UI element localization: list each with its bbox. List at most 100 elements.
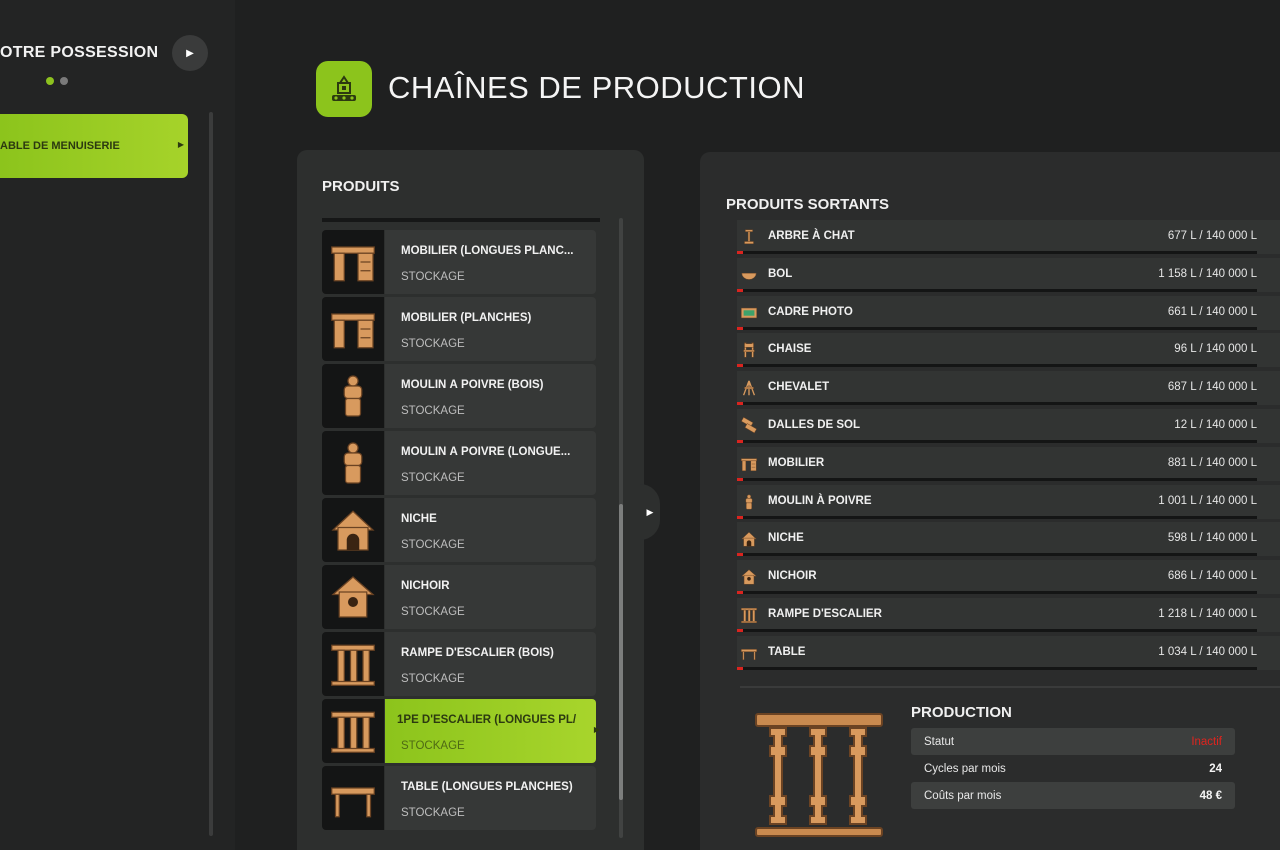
product-row[interactable]: MOBILIER (PLANCHES) STOCKAGE: [322, 297, 596, 361]
output-product-name: BOL: [768, 267, 793, 280]
cycles-label: Cycles par mois: [924, 763, 1006, 775]
products-scrollbar[interactable]: [619, 218, 623, 838]
product-row-body: 1PE D'ESCALIER (LONGUES PL/ STOCKAGE ▶: [385, 699, 600, 763]
output-product-name: CHAISE: [768, 343, 812, 356]
floor-tiles-icon: [740, 417, 758, 435]
production-chain-icon: [316, 61, 372, 117]
product-storage-label: STOCKAGE: [401, 740, 465, 752]
product-row[interactable]: TABLE (LONGUES PLANCHES) STOCKAGE: [322, 766, 596, 830]
output-product-name: RAMPE D'ESCALIER: [768, 608, 882, 620]
pepper-mill-icon: [322, 364, 384, 428]
easel-icon: [740, 379, 758, 397]
product-name: NICHOIR: [401, 580, 450, 592]
output-product-row: NICHE 598 L / 140 000 L: [737, 522, 1280, 557]
costs-row: Coûts par mois 48 €: [911, 782, 1235, 809]
product-storage-label: STOCKAGE: [401, 338, 465, 350]
product-row[interactable]: 1PE D'ESCALIER (LONGUES PL/ STOCKAGE ▶: [322, 699, 600, 763]
fill-level-bar: [737, 477, 1257, 481]
product-storage-label: STOCKAGE: [401, 271, 465, 283]
sidebar-scrollbar[interactable]: [209, 112, 213, 836]
output-product-amount: 12 L / 140 000 L: [1174, 419, 1257, 431]
panel-toggle-button[interactable]: ▶: [640, 484, 660, 540]
sidebar: OTRE POSSESSION ▶ ABLE DE MENUISERIE ▶: [0, 0, 235, 850]
output-product-name: MOBILIER: [768, 456, 825, 469]
fill-level-bar: [737, 515, 1257, 519]
fill-level-fill: [737, 666, 744, 670]
products-title: PRODUITS: [322, 178, 400, 195]
output-product-amount: 881 L / 140 000 L: [1167, 456, 1257, 469]
products-list: MOBILIER (LONGUES PLANC... STOCKAGE MOBI…: [322, 218, 600, 838]
fill-level-bar: [737, 591, 1257, 595]
play-arrow-icon: ▶: [186, 47, 194, 59]
costs-value: 48 €: [1199, 790, 1222, 802]
fill-level-bar: [737, 326, 1257, 330]
output-product-amount: 1 218 L / 140 000 L: [1158, 608, 1257, 620]
output-product-row: BOL 1 158 L / 140 000 L: [737, 257, 1280, 292]
photo-frame-icon: [740, 304, 758, 322]
output-product-row: ARBRE À CHAT 677 L / 140 000 L: [737, 220, 1280, 254]
fill-level-bar: [737, 364, 1257, 368]
sidebar-item-menuiserie[interactable]: ABLE DE MENUISERIE ▶: [0, 114, 188, 178]
output-product-name: CADRE PHOTO: [768, 305, 853, 318]
product-name: RAMPE D'ESCALIER (BOIS): [401, 647, 554, 659]
doghouse-icon: [740, 530, 758, 548]
products-scrollbar-thumb[interactable]: [619, 504, 623, 800]
output-product-row: MOBILIER 881 L / 140 000 L: [737, 446, 1280, 481]
product-row-body: TABLE (LONGUES PLANCHES) STOCKAGE: [385, 766, 596, 830]
cat-tree-icon: [740, 228, 758, 246]
fill-level-fill: [737, 440, 744, 443]
output-product-row: DALLES DE SOL 12 L / 140 000 L: [737, 409, 1280, 443]
product-row-body: NICHE STOCKAGE: [385, 498, 596, 562]
product-row-body: MOULIN À POIVRE (BOIS) STOCKAGE: [385, 364, 596, 428]
fill-level-bar: [737, 629, 1257, 632]
product-name: MOULIN À POIVRE (LONGUE...: [401, 446, 571, 458]
output-product-amount: 1 034 L / 140 000 L: [1158, 645, 1257, 658]
product-row[interactable]: RAMPE D'ESCALIER (BOIS) STOCKAGE: [322, 632, 596, 696]
output-product-name: DALLES DE SOL: [768, 419, 861, 431]
doghouse-icon: [322, 498, 384, 562]
product-name: MOULIN À POIVRE (BOIS): [401, 379, 544, 391]
sidebar-title: OTRE POSSESSION: [0, 44, 159, 61]
next-page-button[interactable]: ▶: [172, 35, 208, 71]
output-product-amount: 96 L / 140 000 L: [1174, 343, 1257, 356]
fill-level-fill: [737, 402, 744, 406]
fill-level-fill: [737, 515, 744, 519]
bowl-icon: [740, 266, 758, 284]
chevron-right-icon: ▶: [593, 725, 600, 734]
product-storage-label: STOCKAGE: [401, 472, 465, 484]
product-row-body: NICHOIR STOCKAGE: [385, 565, 596, 629]
product-row[interactable]: NICHE STOCKAGE: [322, 498, 596, 562]
desk-icon: [322, 230, 384, 294]
fill-level-fill: [737, 364, 744, 368]
status-value: Inactif: [1191, 736, 1222, 748]
fill-level-bar: [737, 288, 1257, 292]
fill-level-fill: [737, 591, 744, 595]
output-product-name: NICHOIR: [768, 570, 817, 583]
status-label: Statut: [924, 736, 955, 748]
page-title: CHAÎNES DE PRODUCTION: [388, 70, 805, 105]
page-dots: [46, 77, 68, 85]
birdhouse-icon: [740, 568, 758, 586]
product-name: MOBILIER (LONGUES PLANC...: [401, 245, 574, 257]
page-dot-2[interactable]: [60, 77, 68, 85]
output-product-amount: 598 L / 140 000 L: [1167, 532, 1257, 545]
fill-level-bar: [737, 440, 1257, 443]
fill-level-fill: [737, 553, 744, 557]
product-row-body: MOBILIER (PLANCHES) STOCKAGE: [385, 297, 596, 361]
product-storage-label: STOCKAGE: [401, 807, 465, 819]
product-row[interactable]: MOULIN À POIVRE (BOIS) STOCKAGE: [322, 364, 596, 428]
status-row: Statut Inactif: [911, 728, 1235, 755]
banister-product-image: [752, 706, 886, 840]
product-name: MOBILIER (PLANCHES): [401, 312, 532, 324]
product-row[interactable]: MOULIN À POIVRE (LONGUE... STOCKAGE: [322, 431, 596, 495]
product-storage-label: STOCKAGE: [401, 673, 465, 685]
output-product-amount: 1 158 L / 140 000 L: [1158, 267, 1257, 280]
chevron-right-icon: ▶: [177, 140, 184, 149]
product-row[interactable]: NICHOIR STOCKAGE: [322, 565, 596, 629]
page-dot-1[interactable]: [46, 77, 54, 85]
output-product-row: NICHOIR 686 L / 140 000 L: [737, 560, 1280, 595]
fill-level-bar: [737, 666, 1257, 670]
product-row[interactable]: MOBILIER (LONGUES PLANC... STOCKAGE: [322, 230, 596, 294]
cycles-row: Cycles par mois 24: [911, 755, 1235, 782]
output-product-name: NICHE: [768, 532, 804, 545]
